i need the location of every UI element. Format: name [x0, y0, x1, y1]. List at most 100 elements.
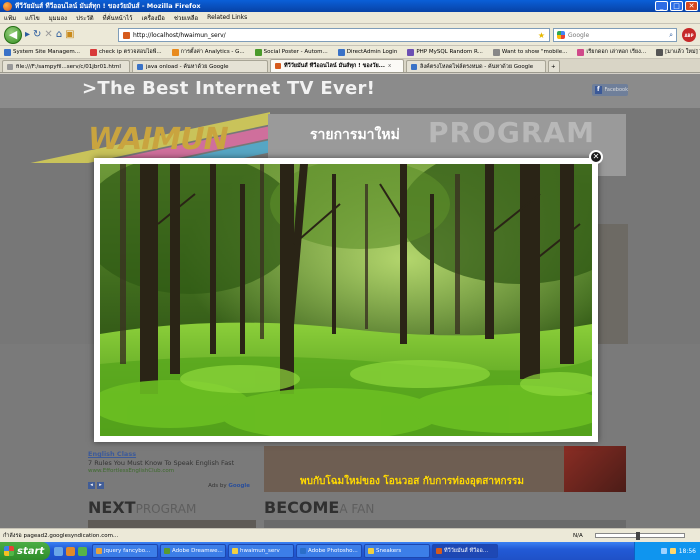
bookmark-item[interactable]: การตั้งค่า Analytics - G... [171, 48, 245, 56]
ad-title[interactable]: English Class [88, 450, 256, 458]
site-logo[interactable]: WAIMUN [88, 122, 229, 157]
tab-strip: file:///F:/sampyfil...serv/c/01jbr01.htm… [0, 59, 700, 73]
new-tab-button[interactable]: + [548, 60, 560, 72]
program-heading-en: PROGRAM [428, 116, 595, 149]
ads-by-google[interactable]: Ads by Google [208, 483, 250, 489]
menu-bookmarks[interactable]: ที่คั่นหน้าไว้ [103, 13, 133, 23]
bookmark-icon [254, 48, 262, 56]
menu-history[interactable]: ประวัติ [76, 13, 94, 23]
google-ad[interactable]: English Class 7 Rules You Must Know To S… [88, 450, 256, 494]
bookmark-item[interactable]: Want to show "mobile... [492, 48, 567, 56]
bookmark-star-icon[interactable]: ★ [538, 31, 545, 40]
arrow-left-icon: ◀ [8, 28, 18, 41]
firefox-icon [436, 548, 442, 554]
puzzle-icon: ▣ [65, 29, 75, 40]
tray-volume-icon[interactable] [669, 548, 676, 554]
menu-edit[interactable]: แก้ไข [25, 13, 40, 23]
ad-url[interactable]: www.EffortlessEnglishClub.com [88, 468, 256, 474]
facebook-button[interactable]: f Facebook [592, 84, 628, 96]
clock[interactable]: 18:56 [679, 548, 696, 555]
bookmark-icon [492, 48, 500, 56]
bookmark-item[interactable]: PHP MySQL Random R... [407, 48, 483, 56]
reload-button[interactable]: ↻ [33, 27, 41, 43]
taskbar-item[interactable]: jquery fancybo... [92, 544, 158, 558]
bookmark-icon [656, 48, 664, 56]
ad-next-icon[interactable]: ▸ [97, 482, 104, 489]
stop-icon: ✕ [44, 29, 53, 40]
quicklaunch-desktop-icon[interactable] [54, 546, 63, 556]
taskbar-item[interactable]: hwaimun_serv [228, 544, 294, 558]
maximize-button[interactable]: □ [670, 1, 683, 11]
close-window-button[interactable]: ✕ [685, 1, 698, 11]
promo-banner[interactable]: พบกับโฉมใหม่ของ โอนวอส กับการท่องอุตสาหก… [264, 446, 626, 492]
tab-google-search[interactable]: ลิงค์ตรงโหลดไฟล์ตรงหมด - ค้นหาด้วย Googl… [406, 60, 546, 72]
adblock-icon[interactable]: ABP [682, 28, 696, 42]
close-tab-icon[interactable]: x [388, 63, 391, 69]
home-button[interactable]: ⌂ [56, 27, 62, 43]
folder-icon [232, 548, 238, 554]
search-input[interactable]: Google ⌕ [553, 28, 677, 42]
minimize-button[interactable]: _ [655, 1, 668, 11]
status-bar: กำลังรอ pagead2.googlesyndication.com...… [0, 528, 700, 542]
menu-file[interactable]: แฟ้ม [4, 13, 16, 23]
ad-prev-icon[interactable]: ◂ [88, 482, 95, 489]
bookmark-item[interactable]: check ip ตรวจสอบไอพี... [90, 48, 162, 56]
bookmark-item[interactable]: เรียกดอก เล่าหอก เรียง... [577, 48, 646, 56]
zoom-slider[interactable] [595, 532, 685, 540]
bookmark-item[interactable]: System Site Managem... [4, 48, 80, 56]
bookmark-item[interactable]: DirectAdmin Login [337, 48, 397, 56]
taskbar-item[interactable]: Adobe Dreamwe... [160, 544, 226, 558]
tab-local-file[interactable]: file:///F:/sampyfil...serv/c/01jbr01.htm… [2, 60, 130, 72]
menu-view[interactable]: มุมมอง [49, 13, 67, 23]
photoshop-icon [300, 548, 306, 554]
start-button[interactable]: start [0, 542, 50, 560]
quicklaunch-media-icon[interactable] [78, 546, 87, 556]
addon-button[interactable]: ▣ [65, 27, 74, 43]
slider-handle[interactable] [636, 532, 640, 540]
folder-icon [368, 548, 374, 554]
bookmark-icon [337, 48, 345, 56]
forward-button[interactable]: ▸ [25, 27, 30, 43]
tab-java-onload[interactable]: java onload - ค้นหาด้วย Google [132, 60, 268, 72]
arrow-right-icon: ▸ [25, 29, 31, 40]
url-bar[interactable]: http://localhost/hwaimun_serv/ ★ [118, 28, 550, 42]
tray-network-icon[interactable] [660, 548, 667, 554]
taskbar-item[interactable]: Sneakers [364, 544, 430, 558]
menu-bar: แฟ้ม แก้ไข มุมมอง ประวัติ ที่คั่นหน้าไว้… [0, 12, 700, 24]
windows-logo-icon [4, 546, 14, 556]
back-button[interactable]: ◀ [4, 25, 22, 44]
stop-button[interactable]: ✕ [44, 27, 52, 43]
facebook-icon: f [595, 86, 602, 94]
lightbox [94, 158, 598, 442]
search-icon[interactable]: ⌕ [669, 31, 673, 40]
bookmark-item[interactable]: [มาแล้ว ใหม่] The N... [656, 48, 700, 56]
lightbox-close-button[interactable]: ✕ [589, 150, 603, 164]
menu-tools[interactable]: เครื่องมือ [142, 13, 165, 23]
menu-related-links[interactable]: Related Links [207, 14, 247, 21]
windows-taskbar: start jquery fancybo... Adobe Dreamwe...… [0, 542, 700, 560]
ad-navigation: ◂ ▸ [88, 482, 106, 489]
tab-waimun[interactable]: ทีวีวัยมันส์ ทีวีออนไลน์ มันส์ทุก ! ของว… [270, 59, 404, 72]
taskbar-item[interactable]: Adobe Photosho... [296, 544, 362, 558]
google-icon [137, 63, 143, 70]
quicklaunch-firefox-icon[interactable] [66, 546, 75, 556]
bookmark-icon [90, 48, 98, 56]
taskbar-item[interactable]: ทีวีวัยมันส์ ทีวีออ... [432, 544, 498, 558]
menu-help[interactable]: ช่วยเหลือ [174, 13, 198, 23]
bookmark-item[interactable]: Social Poster - Autom... [254, 48, 328, 56]
promo-image [564, 446, 626, 492]
bookmark-icon [171, 48, 179, 56]
reload-icon: ↻ [33, 29, 42, 40]
side-panel [594, 224, 628, 344]
plus-icon: + [551, 63, 556, 70]
forest-photo [100, 164, 592, 436]
status-text: กำลังรอ pagead2.googlesyndication.com... [3, 532, 119, 539]
google-icon [557, 31, 565, 39]
site-icon [123, 31, 130, 39]
window-titlebar: ทีวีวัยมันส์ ทีวีออนไลน์ มันส์ทุก ! ของว… [0, 0, 700, 12]
quick-launch [54, 546, 90, 556]
page-icon [7, 63, 13, 70]
dreamweaver-icon [164, 548, 170, 554]
become-fan-heading: BECOMEA FAN [264, 498, 375, 517]
program-heading-thai: รายการมาใหม่ [310, 127, 400, 143]
